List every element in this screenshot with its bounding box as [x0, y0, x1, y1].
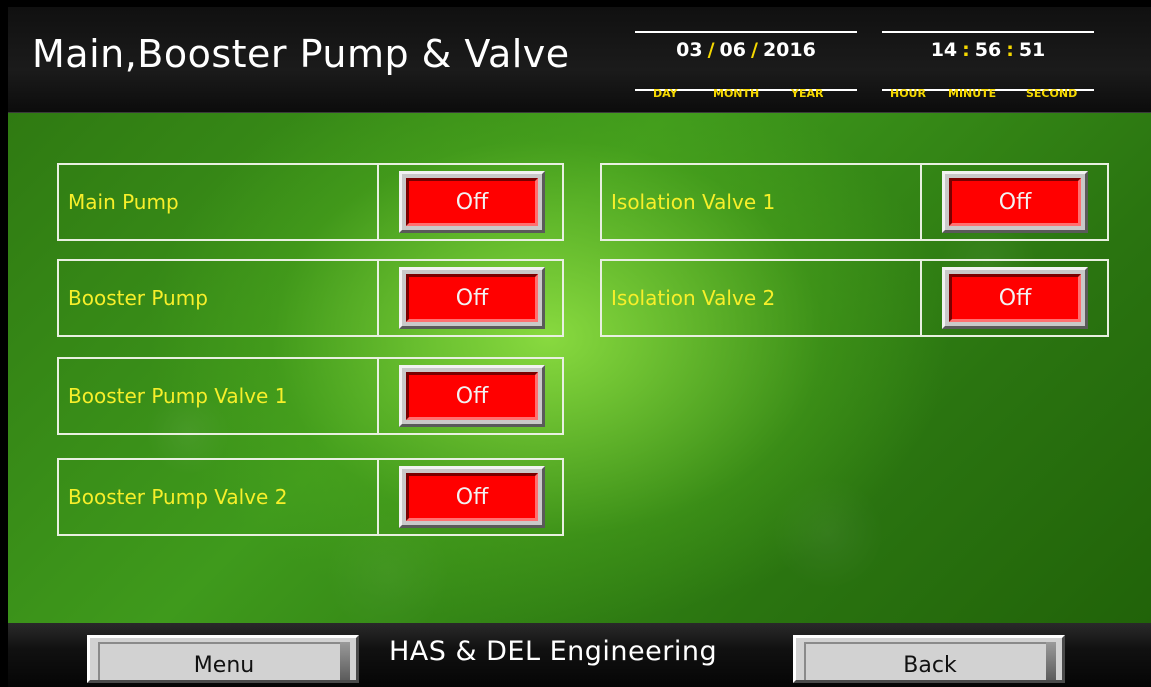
hour-label: HOUR: [890, 87, 926, 100]
time-separator: :: [1006, 39, 1014, 61]
time-hour: 14: [930, 39, 958, 61]
year-label: YEAR: [791, 87, 824, 100]
isolation-valve-2-toggle-button[interactable]: Off: [942, 267, 1088, 329]
time-minute: 56: [974, 39, 1002, 61]
isolation-valve-1-label: Isolation Valve 1: [602, 165, 922, 239]
back-button[interactable]: Back: [793, 635, 1065, 683]
date-separator: /: [707, 39, 715, 61]
booster-pump-valve-2-label: Booster Pump Valve 2: [59, 460, 379, 534]
booster-pump-valve-1-row: Booster Pump Valve 1 Off: [57, 357, 564, 435]
minute-label: MINUTE: [948, 87, 997, 100]
isolation-valve-1-row: Isolation Valve 1 Off: [600, 163, 1109, 241]
date-display: 03/06/2016 DAY MONTH YEAR: [635, 31, 857, 100]
booster-pump-valve-1-state: Off: [406, 372, 538, 420]
date-day: 03: [676, 39, 703, 61]
main-pump-toggle-button[interactable]: Off: [399, 171, 545, 233]
isolation-valve-1-toggle-button[interactable]: Off: [942, 171, 1088, 233]
back-button-label: Back: [804, 642, 1054, 680]
main-pump-state: Off: [406, 178, 538, 226]
date-year: 2016: [762, 39, 816, 61]
isolation-valve-2-label: Isolation Valve 2: [602, 261, 922, 335]
menu-button[interactable]: Menu: [87, 635, 359, 683]
menu-button-grip: [340, 642, 350, 680]
booster-pump-row: Booster Pump Off: [57, 259, 564, 337]
main-pump-row: Main Pump Off: [57, 163, 564, 241]
second-label: SECOND: [1026, 87, 1078, 100]
brand-label: HAS & DEL Engineering: [389, 636, 718, 667]
isolation-valve-2-row: Isolation Valve 2 Off: [600, 259, 1109, 337]
date-separator: /: [751, 39, 758, 61]
day-label: DAY: [653, 87, 678, 100]
main-pump-label: Main Pump: [59, 165, 379, 239]
booster-pump-valve-1-label: Booster Pump Valve 1: [59, 359, 379, 433]
booster-pump-valve-2-row: Booster Pump Valve 2 Off: [57, 458, 564, 536]
back-button-grip: [1046, 642, 1056, 680]
time-separator: :: [962, 39, 970, 61]
header-bar: Main,Booster Pump & Valve 03/06/2016 DAY…: [8, 7, 1151, 113]
page-title: Main,Booster Pump & Valve: [32, 32, 570, 76]
booster-pump-label: Booster Pump: [59, 261, 379, 335]
time-second: 51: [1018, 39, 1046, 61]
month-label: MONTH: [713, 87, 760, 100]
control-panel: Main Pump Off Booster Pump Off Booster P…: [8, 113, 1151, 623]
booster-pump-state: Off: [406, 274, 538, 322]
booster-pump-valve-2-state: Off: [406, 473, 538, 521]
isolation-valve-1-state: Off: [949, 178, 1081, 226]
date-month: 06: [719, 39, 746, 61]
footer-bar: Menu HAS & DEL Engineering Back: [8, 623, 1151, 687]
booster-pump-valve-2-toggle-button[interactable]: Off: [399, 466, 545, 528]
isolation-valve-2-state: Off: [949, 274, 1081, 322]
time-display: 14:56:51 HOUR MINUTE SECOND: [882, 31, 1094, 100]
menu-button-label: Menu: [98, 642, 348, 680]
booster-pump-toggle-button[interactable]: Off: [399, 267, 545, 329]
booster-pump-valve-1-toggle-button[interactable]: Off: [399, 365, 545, 427]
